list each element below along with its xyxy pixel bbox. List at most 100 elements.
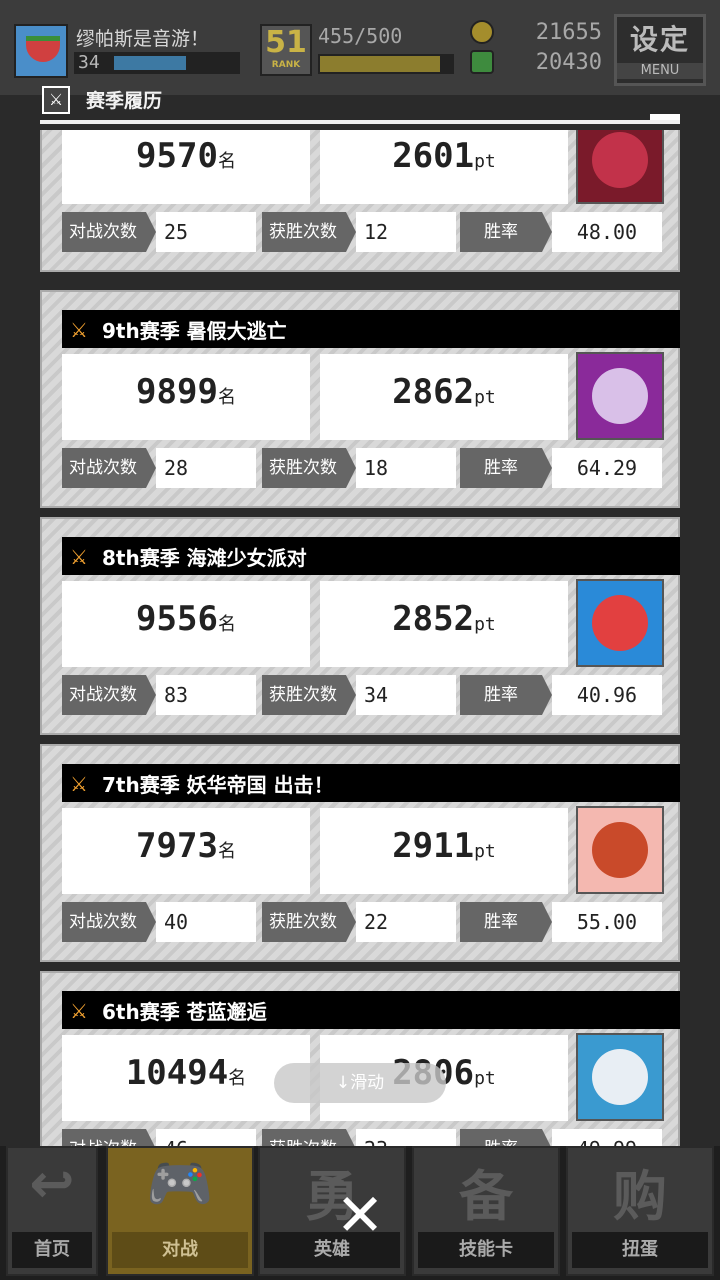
rank-unit: 名 <box>217 151 236 172</box>
season-card: ⚔ 7th赛季 妖华帝国 出击！ 7973名 2911pt 对战次数 40 获胜… <box>40 744 680 962</box>
hero-portrait-icon <box>592 595 648 651</box>
wins-value: 34 <box>356 675 456 715</box>
menu-label-en: MENU <box>617 63 703 79</box>
gem-icon <box>470 50 494 74</box>
points-unit: pt <box>474 841 496 862</box>
hero-portrait-icon <box>592 822 648 878</box>
rank-value-wrap: 9556名 <box>62 599 310 639</box>
rank-label: RANK <box>271 60 301 70</box>
season-header: ⚔ 6th赛季 苍蓝邂逅 <box>62 991 680 1029</box>
rank-box: 10494名 <box>62 1035 310 1121</box>
points-unit: pt <box>474 1068 496 1089</box>
crossed-swords-icon: ⚔ <box>70 772 88 796</box>
nav-item-3[interactable]: 备 技能卡 <box>412 1146 560 1276</box>
nav-item-0[interactable]: ↩ 首页 <box>6 1146 98 1276</box>
rank-value: 9570 <box>136 136 218 176</box>
battles-value: 25 <box>156 212 256 252</box>
rank-value: 7973 <box>136 826 218 866</box>
rank-box: 9556名 <box>62 581 310 667</box>
points-box: 2601pt <box>320 130 568 204</box>
rank-value: 9556 <box>136 599 218 639</box>
points-unit: pt <box>474 151 496 172</box>
crossed-swords-icon: ⚔ <box>70 318 88 342</box>
battles-label: 对战次数 <box>62 1129 156 1146</box>
points-box: 2852pt <box>320 581 568 667</box>
winrate-value: 48.00 <box>552 212 662 252</box>
level-number: 34 <box>78 52 100 73</box>
battles-value: 28 <box>156 448 256 488</box>
season-card: ⚔ 9th赛季 暑假大逃亡 9899名 2862pt 对战次数 28 获胜次数 … <box>40 290 680 508</box>
crossed-swords-icon: ⚔ <box>70 999 88 1023</box>
hero-avatar <box>576 806 664 894</box>
coin-count: 21655 <box>535 20 602 45</box>
rank-value-wrap: 9899名 <box>62 372 310 412</box>
rank-number: 51 <box>265 25 307 60</box>
points-value: 2852 <box>392 599 475 639</box>
nav-icon: 备 <box>459 1165 513 1228</box>
rank-value-wrap: 10494名 <box>62 1053 310 1093</box>
watermelon-icon <box>26 36 60 62</box>
exp-text: 455/500 <box>318 24 403 48</box>
points-value-wrap: 2852pt <box>320 599 568 639</box>
battles-value: 46 <box>156 1129 256 1146</box>
level-progress <box>114 56 186 70</box>
wins-value: 12 <box>356 212 456 252</box>
nav-icon: 购 <box>613 1165 667 1228</box>
nav-item-4[interactable]: 购 扭蛋 <box>566 1146 714 1276</box>
battles-label: 对战次数 <box>62 902 156 942</box>
season-header: ⚔ 7th赛季 妖华帝国 出击！ <box>62 764 680 802</box>
season-card: ⚔ 8th赛季 海滩少女派对 9556名 2852pt 对战次数 83 获胜次数… <box>40 517 680 735</box>
points-value-wrap: 2862pt <box>320 372 568 412</box>
settings-menu-button[interactable]: 设定 MENU <box>614 14 706 86</box>
nav-label: 扭蛋 <box>572 1232 708 1268</box>
winrate-label: 胜率 <box>460 212 552 252</box>
season-history-list[interactable]: 9570名 2601pt 对战次数 25 获胜次数 12 胜率 48.00 ⚔ … <box>40 130 680 1146</box>
modal-title: 赛季履历 <box>86 90 163 112</box>
nav-icon: 🎮 <box>146 1152 214 1215</box>
wins-value: 18 <box>356 448 456 488</box>
wins-value: 23 <box>356 1129 456 1146</box>
nav-label: 首页 <box>12 1232 92 1268</box>
winrate-value: 64.29 <box>552 448 662 488</box>
points-unit: pt <box>474 614 496 635</box>
winrate-label: 胜率 <box>460 448 552 488</box>
nav-label: 技能卡 <box>418 1232 554 1268</box>
points-box: 2911pt <box>320 808 568 894</box>
close-icon[interactable]: ✕ <box>330 1180 390 1250</box>
rank-badge: 51 RANK <box>260 24 312 76</box>
points-value: 2911 <box>392 826 475 866</box>
winrate-value: 40.96 <box>552 675 662 715</box>
nav-item-1[interactable]: 🎮 对战 <box>106 1146 254 1276</box>
top-hud: 缪帕斯是音游！ 34 51 RANK 455/500 21655 20430 设… <box>0 0 720 95</box>
wins-label: 获胜次数 <box>262 212 356 252</box>
winrate-value: 49.99 <box>552 1129 662 1146</box>
season-title: 7th赛季 妖华帝国 出击！ <box>102 773 334 797</box>
hero-portrait-icon <box>592 368 648 424</box>
season-header: ⚔ 9th赛季 暑假大逃亡 <box>62 310 680 348</box>
rank-box: 9899名 <box>62 354 310 440</box>
nav-icon: ↩ <box>29 1152 75 1215</box>
battles-value: 40 <box>156 902 256 942</box>
scroll-hint: ↓滑动 <box>274 1063 446 1103</box>
points-box: 2862pt <box>320 354 568 440</box>
battles-value: 83 <box>156 675 256 715</box>
points-value: 2601 <box>392 136 475 176</box>
rank-value: 10494 <box>125 1053 229 1093</box>
wins-label: 获胜次数 <box>262 675 356 715</box>
battles-label: 对战次数 <box>62 212 156 252</box>
hero-avatar <box>576 352 664 440</box>
winrate-label: 胜率 <box>460 675 552 715</box>
exp-bar-fill <box>320 56 440 72</box>
season-title: 9th赛季 暑假大逃亡 <box>102 319 287 343</box>
rank-unit: 名 <box>217 614 236 635</box>
rank-unit: 名 <box>217 841 236 862</box>
season-title: 6th赛季 苍蓝邂逅 <box>102 1000 267 1024</box>
season-card: 9570名 2601pt 对战次数 25 获胜次数 12 胜率 48.00 <box>40 130 680 272</box>
player-avatar[interactable] <box>14 24 68 78</box>
points-value-wrap: 2601pt <box>320 136 568 176</box>
hero-avatar <box>576 130 664 204</box>
rank-unit: 名 <box>217 387 236 408</box>
hero-portrait-icon <box>592 132 648 188</box>
battles-label: 对战次数 <box>62 675 156 715</box>
points-value-wrap: 2911pt <box>320 826 568 866</box>
